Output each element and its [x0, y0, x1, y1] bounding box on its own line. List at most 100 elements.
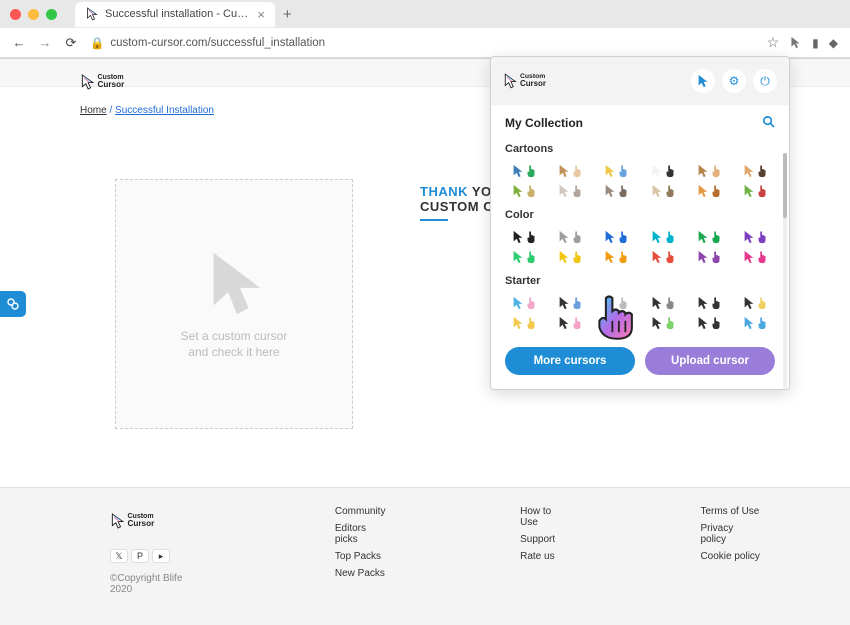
footer-link[interactable]: Editors picks	[335, 523, 390, 545]
cursor-item[interactable]	[690, 181, 728, 201]
cursor-item[interactable]	[551, 293, 589, 313]
demo-text-line2: and check it here	[181, 345, 288, 361]
cursor-item[interactable]	[505, 161, 543, 181]
cursor-item[interactable]	[598, 161, 636, 181]
cursor-item[interactable]	[737, 313, 775, 333]
extension-icon[interactable]: ◆	[829, 36, 838, 50]
side-widget-button[interactable]	[0, 291, 26, 317]
section-label: Starter	[505, 275, 775, 287]
cursor-item[interactable]	[737, 247, 775, 267]
nav-forward-button[interactable]: →	[38, 35, 52, 50]
cursor-item[interactable]	[737, 293, 775, 313]
footer-col-3: Terms of Use Privacy policy Cookie policy	[700, 506, 760, 595]
cursor-section: Color	[491, 203, 789, 269]
tab-title: Successful installation - Custom	[105, 8, 251, 20]
copyright-text: ©Copyright Blife 2020	[110, 573, 205, 595]
new-tab-button[interactable]: +	[283, 6, 292, 23]
cursor-item[interactable]	[737, 161, 775, 181]
search-icon[interactable]	[762, 115, 775, 131]
cursor-item[interactable]	[644, 293, 682, 313]
tab-favicon-icon	[85, 7, 99, 21]
footer-link[interactable]: How to Use	[520, 506, 570, 528]
cursor-item[interactable]	[690, 227, 728, 247]
cursor-item[interactable]	[690, 313, 728, 333]
cursor-item[interactable]	[598, 181, 636, 201]
tab-close-icon[interactable]: ×	[257, 7, 265, 22]
cursor-item[interactable]	[737, 181, 775, 201]
minimize-window-icon[interactable]	[28, 9, 39, 20]
cursor-item[interactable]	[644, 313, 682, 333]
extension-icon[interactable]: ▮	[812, 36, 819, 50]
popup-settings-button[interactable]: ⚙	[722, 69, 746, 93]
cursor-item[interactable]	[551, 313, 589, 333]
svg-text:Cursor: Cursor	[98, 80, 126, 89]
extension-popup: Custom Cursor ⚙ ⏻ My Collection Cartoons…	[490, 56, 790, 390]
upload-cursor-button[interactable]: Upload cursor	[645, 347, 775, 375]
maximize-window-icon[interactable]	[46, 9, 57, 20]
cursor-item[interactable]	[598, 247, 636, 267]
url-text: custom-cursor.com/successful_installatio…	[110, 37, 325, 49]
footer-link[interactable]: Terms of Use	[700, 506, 760, 517]
custom-cursor-extension-icon[interactable]	[789, 36, 802, 49]
cursor-item[interactable]	[598, 293, 636, 313]
svg-text:Cursor: Cursor	[128, 519, 156, 528]
cursor-demo-area[interactable]: Set a custom cursor and check it here	[115, 179, 353, 429]
cursor-item[interactable]	[598, 313, 636, 333]
footer-link[interactable]: Top Packs	[335, 551, 390, 562]
footer-link[interactable]: New Packs	[335, 568, 390, 579]
social-links: 𝕏 P ▸	[110, 549, 205, 563]
breadcrumb-home[interactable]: Home	[80, 105, 107, 116]
footer-logo[interactable]: Custom Cursor	[110, 506, 205, 539]
cursor-item[interactable]	[505, 227, 543, 247]
footer-link[interactable]: Rate us	[520, 551, 570, 562]
cursor-item[interactable]	[551, 181, 589, 201]
svg-text:Cursor: Cursor	[520, 79, 546, 88]
footer-link[interactable]: Support	[520, 534, 570, 545]
browser-chrome: Successful installation - Custom × + ← →…	[0, 0, 850, 59]
cursor-item[interactable]	[551, 247, 589, 267]
nav-back-button[interactable]: ←	[12, 35, 26, 50]
demo-text-line1: Set a custom cursor	[181, 329, 288, 345]
cursor-item[interactable]	[644, 247, 682, 267]
cursor-item[interactable]	[690, 247, 728, 267]
nav-reload-button[interactable]: ⟳	[64, 35, 78, 51]
section-label: Color	[505, 209, 775, 221]
cursor-item[interactable]	[505, 181, 543, 201]
footer-link[interactable]: Community	[335, 506, 390, 517]
footer-col-2: How to Use Support Rate us	[520, 506, 570, 595]
footer-link[interactable]: Privacy policy	[700, 523, 760, 545]
cursor-item[interactable]	[690, 293, 728, 313]
cursor-item[interactable]	[737, 227, 775, 247]
cursor-item[interactable]	[644, 181, 682, 201]
site-logo[interactable]: Custom Cursor	[80, 66, 150, 103]
popup-power-button[interactable]: ⏻	[753, 69, 777, 93]
window-controls[interactable]	[10, 9, 57, 20]
breadcrumb-current[interactable]: Successful Installation	[115, 105, 214, 116]
address-bar[interactable]: 🔒 custom-cursor.com/successful_installat…	[90, 36, 755, 50]
footer-link[interactable]: Cookie policy	[700, 551, 760, 562]
popup-pointer-button[interactable]	[691, 69, 715, 93]
heading-underline	[420, 219, 448, 221]
cursor-item[interactable]	[690, 161, 728, 181]
youtube-icon[interactable]: ▸	[152, 549, 170, 563]
cursor-item[interactable]	[505, 293, 543, 313]
more-cursors-button[interactable]: More cursors	[505, 347, 635, 375]
cursor-item[interactable]	[505, 247, 543, 267]
browser-tab[interactable]: Successful installation - Custom ×	[75, 2, 275, 27]
cursor-item[interactable]	[551, 227, 589, 247]
cursor-item[interactable]	[644, 227, 682, 247]
cursor-section: Starter	[491, 269, 789, 335]
pinterest-icon[interactable]: P	[131, 549, 149, 563]
popup-scrollbar-thumb[interactable]	[783, 153, 787, 218]
cursor-item[interactable]	[505, 313, 543, 333]
close-window-icon[interactable]	[10, 9, 21, 20]
cursor-item[interactable]	[598, 227, 636, 247]
cursor-item[interactable]	[644, 161, 682, 181]
page-footer: Custom Cursor 𝕏 P ▸ ©Copyright Blife 202…	[0, 487, 850, 625]
demo-cursor-icon	[204, 247, 264, 317]
popup-logo: Custom Cursor	[503, 67, 571, 95]
twitter-icon[interactable]: 𝕏	[110, 549, 128, 563]
bookmark-star-icon[interactable]: ☆	[767, 34, 780, 51]
footer-col-1: Community Editors picks Top Packs New Packs	[335, 506, 390, 595]
cursor-item[interactable]	[551, 161, 589, 181]
